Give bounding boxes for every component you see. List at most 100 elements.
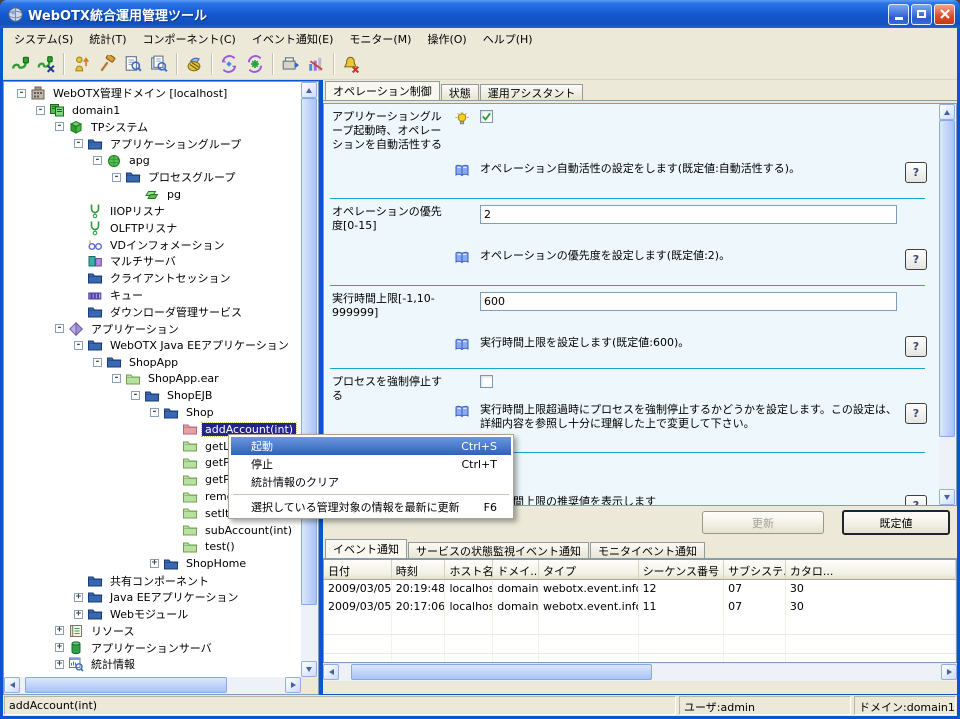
tree-item[interactable]: マルチサーバ bbox=[5, 253, 301, 270]
expand-toggle-icon[interactable]: + bbox=[55, 660, 64, 669]
tree-item[interactable]: +Java EEアプリケーション bbox=[5, 589, 301, 606]
view-journal-icon[interactable] bbox=[146, 51, 172, 77]
collapse-toggle-icon[interactable]: - bbox=[36, 106, 45, 115]
tab-operation-assistant[interactable]: 運用アシスタント bbox=[480, 84, 584, 100]
refresh-all-icon[interactable] bbox=[242, 51, 268, 77]
settings-checkbox[interactable] bbox=[480, 110, 493, 123]
update-button[interactable]: 更新 bbox=[702, 511, 824, 534]
alarm-clear-icon[interactable] bbox=[338, 51, 364, 77]
minimize-button[interactable] bbox=[888, 4, 909, 25]
collapse-toggle-icon[interactable]: - bbox=[93, 358, 102, 367]
tree-item[interactable]: VDインフォメーション bbox=[5, 236, 301, 253]
settings-input[interactable] bbox=[480, 292, 897, 311]
menu-item-6[interactable]: 操作(O) bbox=[419, 28, 474, 50]
maximize-button[interactable] bbox=[911, 4, 932, 25]
tree-item[interactable]: クライアントセッション bbox=[5, 270, 301, 287]
scroll-up-button[interactable] bbox=[301, 82, 317, 98]
column-header[interactable]: カタロ... bbox=[786, 560, 956, 580]
tree-item[interactable]: -ShopApp.ear bbox=[5, 371, 301, 388]
scroll-thumb[interactable] bbox=[25, 677, 226, 693]
settings-checkbox[interactable] bbox=[480, 375, 493, 388]
help-button[interactable]: ? bbox=[905, 249, 927, 270]
collapse-toggle-icon[interactable]: - bbox=[17, 89, 26, 98]
column-header[interactable]: 時刻 bbox=[392, 560, 446, 580]
tab-event-notification[interactable]: イベント通知 bbox=[325, 539, 407, 558]
menu-item-4[interactable]: イベント通知(E) bbox=[244, 28, 342, 50]
help-button[interactable]: ? bbox=[905, 495, 927, 505]
horizontal-scrollbar[interactable] bbox=[323, 664, 957, 681]
collapse-toggle-icon[interactable]: - bbox=[131, 391, 140, 400]
tree-item[interactable]: -TPシステム bbox=[5, 119, 301, 136]
disconnect-icon[interactable] bbox=[33, 51, 59, 77]
tree-item[interactable]: -アプリケーショングループ bbox=[5, 135, 301, 152]
tree-item[interactable]: -WebOTX Java EEアプリケーション bbox=[5, 337, 301, 354]
scroll-thumb[interactable] bbox=[301, 98, 317, 605]
tree-item[interactable]: キュー bbox=[5, 287, 301, 304]
tree-item[interactable]: -ShopEJB bbox=[5, 387, 301, 404]
tree-item[interactable]: +Webモジュール bbox=[5, 606, 301, 623]
tree-item[interactable]: -domain1 bbox=[5, 102, 301, 119]
collapse-toggle-icon[interactable]: - bbox=[112, 173, 121, 182]
tree-item[interactable]: +アプリケーションサーバ bbox=[5, 639, 301, 656]
scroll-left-button[interactable] bbox=[4, 677, 20, 693]
tab-operation-control[interactable]: オペレーション制御 bbox=[325, 81, 440, 100]
menu-item-2[interactable]: 統計(T) bbox=[81, 28, 134, 50]
expand-toggle-icon[interactable]: + bbox=[55, 643, 64, 652]
scroll-right-button[interactable] bbox=[285, 677, 301, 693]
menu-item-3[interactable]: コンポーネント(C) bbox=[135, 28, 244, 50]
help-button[interactable]: ? bbox=[905, 162, 927, 183]
collapse-toggle-icon[interactable]: - bbox=[93, 156, 102, 165]
help-button[interactable]: ? bbox=[905, 336, 927, 357]
expand-toggle-icon[interactable]: + bbox=[55, 626, 64, 635]
tree-item[interactable]: +統計情報 bbox=[5, 656, 301, 673]
view-log-icon[interactable] bbox=[120, 51, 146, 77]
context-menu-item[interactable]: 起動Ctrl+S bbox=[231, 437, 511, 455]
tree-item[interactable]: +リソース bbox=[5, 623, 301, 640]
tree-item[interactable]: -apg bbox=[5, 152, 301, 169]
tree-item[interactable]: pg bbox=[5, 186, 301, 203]
default-button[interactable]: 既定値 bbox=[842, 510, 950, 535]
table-row[interactable]: 2009/03/0520:19:48localhostdomain1webotx… bbox=[324, 580, 956, 598]
collapse-toggle-icon[interactable]: - bbox=[55, 122, 64, 131]
close-button[interactable] bbox=[934, 4, 955, 25]
context-menu-item[interactable]: 停止Ctrl+T bbox=[231, 455, 511, 473]
scroll-thumb[interactable] bbox=[939, 120, 955, 437]
tab-monitor-events[interactable]: モニタイベント通知 bbox=[590, 542, 705, 558]
expand-toggle-icon[interactable]: + bbox=[74, 610, 83, 619]
menu-item-1[interactable]: システム(S) bbox=[6, 28, 81, 50]
refresh-icon[interactable] bbox=[216, 51, 242, 77]
connect-icon[interactable] bbox=[7, 51, 33, 77]
table-row[interactable]: 2009/03/0520:17:06localhostdomain1webotx… bbox=[324, 598, 956, 616]
collapse-toggle-icon[interactable]: - bbox=[150, 408, 159, 417]
column-header[interactable]: タイプ bbox=[539, 560, 639, 580]
build-icon[interactable] bbox=[94, 51, 120, 77]
tree-item[interactable]: ダウンローダ管理サービス bbox=[5, 303, 301, 320]
menu-item-5[interactable]: モニター(M) bbox=[341, 28, 419, 50]
scroll-down-button[interactable] bbox=[301, 661, 317, 677]
column-header[interactable]: ホスト名 bbox=[445, 560, 493, 580]
tree-item[interactable]: OLFTPリスナ bbox=[5, 219, 301, 236]
menu-item-7[interactable]: ヘルプ(H) bbox=[475, 28, 541, 50]
horizontal-scrollbar[interactable] bbox=[4, 677, 301, 694]
column-header[interactable]: 日付 bbox=[324, 560, 392, 580]
tree-item[interactable]: 共有コンポーネント bbox=[5, 572, 301, 589]
start-icon[interactable] bbox=[68, 51, 94, 77]
tree-item[interactable]: +ShopHome bbox=[5, 555, 301, 572]
vertical-scrollbar[interactable] bbox=[939, 104, 956, 505]
title-bar[interactable]: WebOTX統合運用管理ツール bbox=[0, 0, 960, 28]
collapse-toggle-icon[interactable]: - bbox=[74, 139, 83, 148]
scroll-thumb[interactable] bbox=[351, 664, 652, 680]
tree-item[interactable]: -アプリケーション bbox=[5, 320, 301, 337]
help-button[interactable]: ? bbox=[905, 403, 927, 424]
scroll-up-button[interactable] bbox=[939, 104, 955, 120]
tree-item[interactable]: subAccount(int) bbox=[5, 522, 301, 539]
column-header[interactable]: シーケンス番号 bbox=[639, 560, 725, 580]
tree-item[interactable]: IIOPリスナ bbox=[5, 203, 301, 220]
expand-toggle-icon[interactable]: + bbox=[74, 593, 83, 602]
vertical-scrollbar[interactable] bbox=[301, 82, 318, 677]
collapse-toggle-icon[interactable]: - bbox=[74, 341, 83, 350]
tab-status[interactable]: 状態 bbox=[441, 84, 479, 100]
context-menu-item[interactable]: 統計情報のクリア bbox=[231, 473, 511, 491]
tree-item[interactable]: test() bbox=[5, 539, 301, 556]
scroll-left-button[interactable] bbox=[323, 664, 339, 680]
